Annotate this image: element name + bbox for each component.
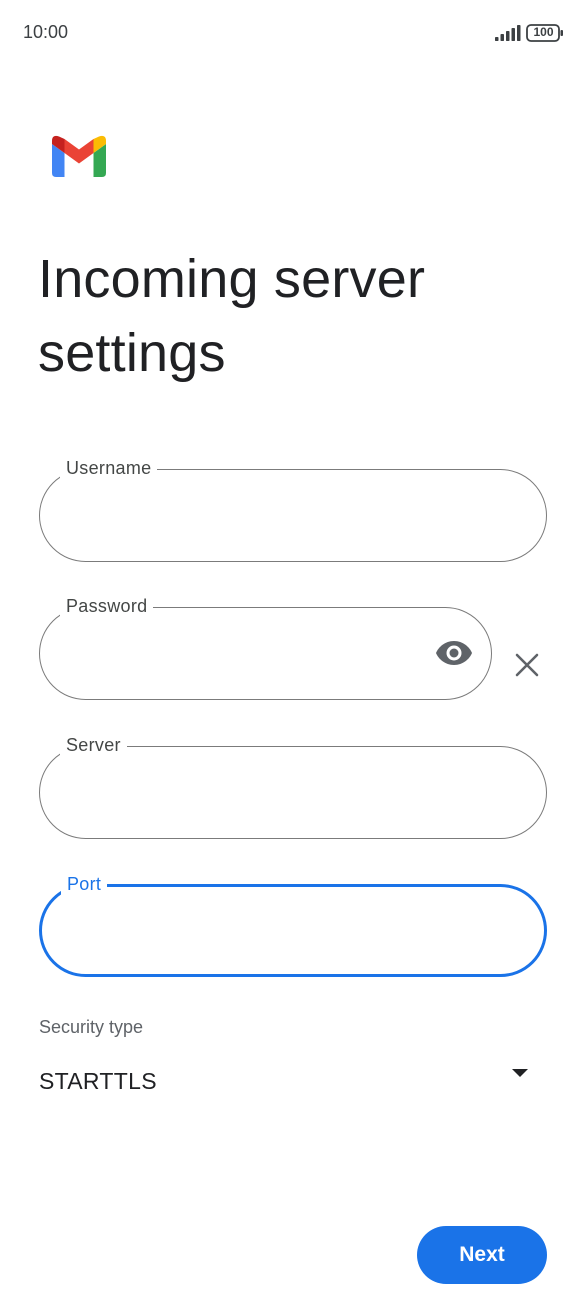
gmail-logo bbox=[52, 135, 106, 177]
username-field[interactable]: Username bbox=[39, 456, 547, 562]
port-label: Port bbox=[61, 872, 108, 896]
password-field[interactable]: Password bbox=[39, 594, 492, 700]
server-field[interactable]: Server bbox=[39, 733, 547, 839]
page-title: Incoming server settings bbox=[38, 249, 426, 383]
eye-icon[interactable] bbox=[435, 638, 473, 668]
signal-icon bbox=[495, 25, 521, 41]
password-input[interactable] bbox=[64, 628, 425, 676]
port-field[interactable]: Port bbox=[39, 872, 547, 977]
security-type-label: Security type bbox=[39, 1017, 144, 1037]
username-label: Username bbox=[60, 456, 158, 480]
security-type-dropdown[interactable]: STARTTLS bbox=[39, 1060, 547, 1104]
battery-level: 100 bbox=[533, 25, 554, 39]
server-input[interactable] bbox=[64, 767, 480, 815]
password-label: Password bbox=[60, 594, 154, 618]
server-label: Server bbox=[60, 733, 127, 757]
status-time: 10:00 bbox=[23, 22, 69, 42]
status-bar: 10:00 100 bbox=[0, 0, 586, 66]
dropdown-arrow-icon bbox=[512, 1069, 528, 1077]
close-icon[interactable] bbox=[513, 651, 541, 679]
port-input[interactable] bbox=[66, 907, 478, 955]
screen: 10:00 100 Incoming server settings Usern… bbox=[0, 0, 586, 1314]
security-type-value: STARTTLS bbox=[39, 1068, 157, 1094]
next-button[interactable]: Next bbox=[417, 1226, 547, 1284]
username-input[interactable] bbox=[64, 490, 480, 538]
